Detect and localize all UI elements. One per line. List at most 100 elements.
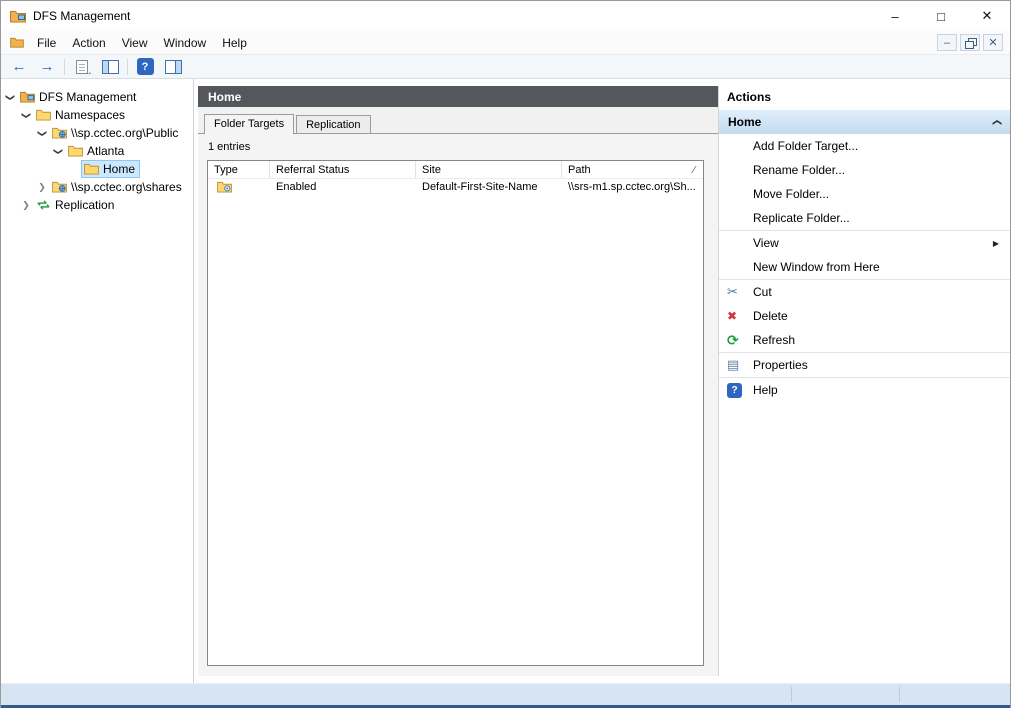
column-header-path[interactable]: Path∕ bbox=[562, 161, 703, 178]
chevron-down-icon[interactable] bbox=[51, 146, 65, 157]
chevron-up-icon[interactable]: ❯ bbox=[992, 118, 1003, 126]
tree-item-label: \\sp.cctec.org\shares bbox=[71, 180, 182, 194]
action-refresh[interactable]: ⟳Refresh bbox=[719, 328, 1010, 352]
action-pane-icon bbox=[165, 60, 182, 74]
column-header-site[interactable]: Site bbox=[416, 161, 562, 178]
back-button[interactable]: ← bbox=[8, 57, 30, 77]
toolbar-separator bbox=[127, 59, 128, 75]
sort-ascending-icon: ∕ bbox=[693, 165, 695, 176]
tree-item-namespace-public[interactable]: \\sp.cctec.org\Public bbox=[1, 124, 193, 142]
child-close-button[interactable]: ✕ bbox=[983, 34, 1003, 51]
child-restore-button[interactable] bbox=[960, 34, 980, 51]
action-replicate-folder[interactable]: Replicate Folder... bbox=[719, 206, 1010, 230]
console-window-icon bbox=[10, 37, 24, 48]
show-hide-console-tree-button[interactable] bbox=[99, 57, 121, 77]
tree-item-label: DFS Management bbox=[39, 90, 136, 104]
action-add-folder-target[interactable]: Add Folder Target... bbox=[719, 134, 1010, 158]
help-button[interactable]: ? bbox=[134, 57, 156, 77]
forward-button[interactable]: → bbox=[36, 57, 58, 77]
column-header-referral-status[interactable]: Referral Status bbox=[270, 161, 416, 178]
chevron-down-icon[interactable] bbox=[3, 92, 17, 103]
menu-help[interactable]: Help bbox=[214, 31, 255, 54]
replication-icon bbox=[36, 199, 51, 211]
action-view[interactable]: View▶ bbox=[719, 231, 1010, 255]
tab-strip: Folder Targets Replication bbox=[198, 107, 718, 133]
status-bar-divider bbox=[791, 687, 792, 702]
main-content: DFS Management Namespaces \\sp.cctec.org… bbox=[1, 79, 1010, 683]
column-header-type[interactable]: Type bbox=[208, 161, 270, 178]
list-empty-area bbox=[208, 195, 703, 665]
menu-action[interactable]: Action bbox=[64, 31, 113, 54]
toolbar: ← → ? bbox=[1, 55, 1010, 79]
chevron-right-icon[interactable] bbox=[19, 200, 33, 211]
tree-item-home[interactable]: Home bbox=[1, 160, 193, 178]
details-panel: Home Folder Targets Replication 1 entrie… bbox=[198, 86, 718, 676]
window-title: DFS Management bbox=[33, 9, 130, 23]
action-cut[interactable]: ✂Cut bbox=[719, 280, 1010, 304]
tree-item-label: Atlanta bbox=[87, 144, 124, 158]
action-properties[interactable]: ▤Properties bbox=[719, 353, 1010, 377]
actions-group: ?Help bbox=[719, 377, 1010, 402]
close-button[interactable]: ✕ bbox=[964, 1, 1010, 31]
namespace-icon bbox=[52, 181, 67, 193]
help-icon: ? bbox=[727, 383, 742, 398]
namespaces-folder-icon bbox=[36, 109, 51, 121]
console-tree-panel: DFS Management Namespaces \\sp.cctec.org… bbox=[1, 79, 194, 683]
child-minimize-button[interactable]: – bbox=[937, 34, 957, 51]
tree-item-namespace-shares[interactable]: \\sp.cctec.org\shares bbox=[1, 178, 193, 196]
action-help[interactable]: ?Help bbox=[719, 378, 1010, 402]
action-delete[interactable]: ✖Delete bbox=[719, 304, 1010, 328]
actions-panel: Actions Home ❯ Add Folder Target... Rena… bbox=[718, 86, 1010, 676]
status-bar bbox=[1, 683, 1010, 705]
cell-path: \\srs-m1.sp.cctec.org\Sh... bbox=[562, 179, 703, 195]
folder-icon bbox=[68, 145, 83, 157]
help-icon: ? bbox=[137, 58, 154, 75]
dfs-management-icon bbox=[20, 91, 35, 103]
tab-replication[interactable]: Replication bbox=[296, 115, 370, 133]
menu-bar: File Action View Window Help – ✕ bbox=[1, 31, 1010, 55]
restore-icon bbox=[965, 38, 975, 47]
delete-icon: ✖ bbox=[727, 309, 737, 323]
chevron-down-icon[interactable] bbox=[19, 110, 33, 121]
actions-section-home[interactable]: Home ❯ bbox=[719, 110, 1010, 134]
title-bar: DFS Management – □ ✕ bbox=[1, 1, 1010, 31]
tree-item-replication[interactable]: Replication bbox=[1, 196, 193, 214]
tab-folder-targets[interactable]: Folder Targets bbox=[204, 114, 294, 134]
tree-item-namespaces[interactable]: Namespaces bbox=[1, 106, 193, 124]
menu-file[interactable]: File bbox=[29, 31, 64, 54]
folder-targets-tab-page: 1 entries Type Referral Status Site Path… bbox=[198, 133, 718, 676]
table-row[interactable]: Enabled Default-First-Site-Name \\srs-m1… bbox=[208, 179, 703, 195]
menu-view[interactable]: View bbox=[114, 31, 156, 54]
tree-item-atlanta[interactable]: Atlanta bbox=[1, 142, 193, 160]
action-rename-folder[interactable]: Rename Folder... bbox=[719, 158, 1010, 182]
chevron-down-icon[interactable] bbox=[35, 128, 49, 139]
actions-group: View▶ New Window from Here bbox=[719, 230, 1010, 279]
forward-arrow-icon: → bbox=[40, 59, 55, 74]
action-new-window-from-here[interactable]: New Window from Here bbox=[719, 255, 1010, 279]
folder-icon bbox=[84, 163, 99, 175]
show-hide-action-pane-button[interactable] bbox=[162, 57, 184, 77]
folder-targets-list: Type Referral Status Site Path∕ Enabled … bbox=[207, 160, 704, 666]
tree-item-label: \\sp.cctec.org\Public bbox=[71, 126, 178, 140]
folder-target-icon bbox=[217, 181, 232, 193]
actions-title: Actions bbox=[719, 86, 1010, 110]
tree-item-label: Home bbox=[103, 162, 135, 176]
maximize-button[interactable]: □ bbox=[918, 1, 964, 31]
actions-section-label: Home bbox=[728, 115, 761, 129]
entries-count: 1 entries bbox=[208, 141, 704, 153]
console-tree-pane-icon bbox=[102, 60, 119, 74]
tree-item-label: Replication bbox=[55, 198, 114, 212]
toolbar-separator bbox=[64, 59, 65, 75]
tree-item-dfs-management[interactable]: DFS Management bbox=[1, 88, 193, 106]
actions-group: Add Folder Target... Rename Folder... Mo… bbox=[719, 134, 1010, 230]
export-list-button[interactable] bbox=[71, 57, 93, 77]
details-body: Folder Targets Replication 1 entries Typ… bbox=[198, 107, 718, 676]
back-arrow-icon: ← bbox=[12, 59, 27, 74]
chevron-right-icon[interactable] bbox=[35, 182, 49, 193]
actions-group: ▤Properties bbox=[719, 352, 1010, 377]
menu-window[interactable]: Window bbox=[156, 31, 215, 54]
list-header-row: Type Referral Status Site Path∕ bbox=[208, 161, 703, 179]
action-move-folder[interactable]: Move Folder... bbox=[719, 182, 1010, 206]
minimize-button[interactable]: – bbox=[872, 1, 918, 31]
cell-site: Default-First-Site-Name bbox=[416, 179, 562, 195]
